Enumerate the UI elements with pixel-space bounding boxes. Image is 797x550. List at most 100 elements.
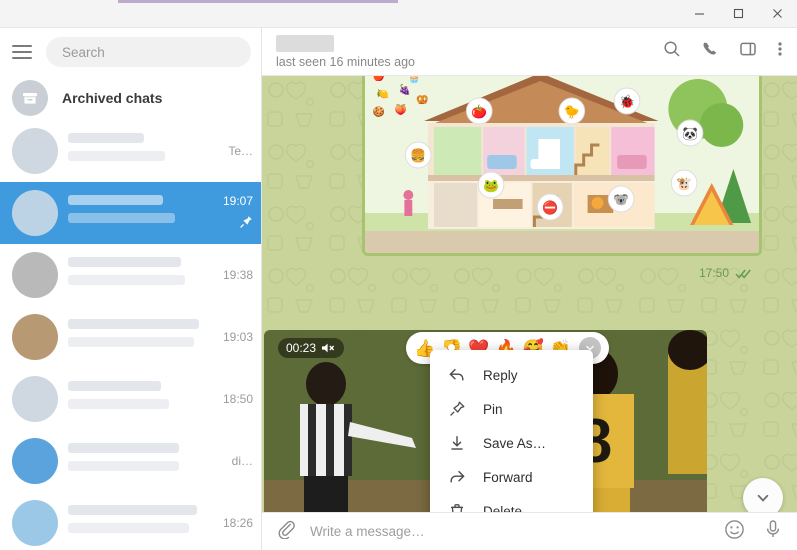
chat-item-text: [68, 133, 207, 169]
chat-item-meta: 19:03: [207, 330, 253, 344]
panel-icon[interactable]: [739, 40, 757, 63]
svg-text:🐼: 🐼: [682, 126, 699, 141]
avatar: [12, 128, 58, 174]
chat-item-meta: 18:26: [207, 516, 253, 530]
message-composer: Write a message…: [262, 512, 797, 550]
context-menu-anchor-dot: [448, 344, 455, 351]
chat-header: last seen 16 minutes ago: [262, 28, 797, 76]
image-message-meta: 17:50: [699, 266, 752, 280]
message-area[interactable]: 🍅 🐤 🐞 🐼 🍔 🐸 🐮 🐨 ⛔ 🍎🍓🧁: [262, 76, 797, 512]
title-bar-accent: [118, 0, 398, 3]
chat-item-time: di…: [231, 454, 253, 468]
context-menu-item-delete[interactable]: Delete: [430, 494, 593, 512]
download-icon: [448, 434, 466, 452]
svg-text:🐤: 🐤: [564, 104, 580, 119]
svg-text:🧁: 🧁: [408, 76, 420, 84]
chat-item-meta: di…: [207, 454, 253, 468]
context-menu-item-label: Pin: [483, 401, 503, 417]
maximize-button[interactable]: [719, 0, 758, 27]
svg-text:⛔: ⛔: [542, 200, 558, 215]
menu-icon[interactable]: [10, 40, 34, 64]
chat-list-item[interactable]: 19:03: [0, 306, 261, 368]
scroll-to-bottom-button[interactable]: [743, 478, 783, 512]
chat-item-time: 19:03: [222, 330, 253, 344]
chat-pane: last seen 16 minutes ago 🍅 🐤 🐞 🐼 🍔 🐸 🐮 🐨…: [262, 28, 797, 550]
pinned-icon: [239, 215, 253, 232]
context-menu-item-pin[interactable]: Pin: [430, 392, 593, 426]
image-message-time: 17:50: [698, 266, 729, 280]
chat-item-meta: 18:50: [207, 392, 253, 406]
chat-list-item[interactable]: Te…: [0, 120, 261, 182]
smiley-icon[interactable]: [724, 519, 745, 545]
svg-text:🐮: 🐮: [676, 176, 692, 191]
svg-text:🍑: 🍑: [395, 104, 408, 116]
more-icon[interactable]: [777, 40, 783, 63]
chat-item-meta: 19:07: [207, 194, 253, 232]
svg-text:🥨: 🥨: [416, 94, 429, 106]
archive-icon: [12, 80, 48, 116]
chat-item-time: 19:38: [222, 268, 253, 282]
video-duration: 00:23: [286, 341, 317, 355]
message-input[interactable]: Write a message…: [310, 524, 710, 539]
context-menu-item-save-as[interactable]: Save As…: [430, 426, 593, 460]
svg-text:🐨: 🐨: [613, 192, 629, 207]
search-placeholder: Search: [62, 44, 105, 60]
context-menu-item-reply[interactable]: Reply: [430, 358, 593, 392]
context-menu-item-label: Reply: [483, 367, 518, 383]
microphone-icon[interactable]: [763, 519, 783, 544]
chat-list-item[interactable]: di…: [0, 430, 261, 492]
reply-icon: [448, 366, 466, 384]
avatar: [12, 500, 58, 546]
svg-text:🍋: 🍋: [377, 88, 389, 100]
chat-list-item[interactable]: 18:50: [0, 368, 261, 430]
forward-icon: [448, 468, 466, 486]
chat-item-time: 18:50: [222, 392, 253, 406]
avatar: [12, 438, 58, 484]
chat-item-time: 18:26: [222, 516, 253, 530]
svg-text:🍅: 🍅: [471, 104, 487, 120]
read-check-icon: [735, 268, 751, 279]
chat-item-text: [68, 319, 207, 355]
svg-text:🍇: 🍇: [398, 84, 410, 96]
title-bar: [0, 0, 797, 28]
avatar: [12, 314, 58, 360]
header-actions: [663, 40, 783, 63]
svg-text:🍪: 🍪: [373, 106, 385, 118]
chat-list-item[interactable]: 18:26: [0, 492, 261, 550]
avatar: [12, 252, 58, 298]
svg-text:🐞: 🐞: [619, 94, 635, 109]
chat-item-text: [68, 443, 207, 479]
search-input[interactable]: Search: [46, 37, 251, 67]
sidebar: Search Archived chats Te… 19:07 19:38 19:03…: [0, 28, 262, 550]
chat-list-item[interactable]: 19:38: [0, 244, 261, 306]
context-menu-item-label: Forward: [483, 469, 533, 485]
trash-icon: [448, 502, 466, 512]
pin-icon: [448, 400, 466, 418]
image-message[interactable]: 🍅 🐤 🐞 🐼 🍔 🐸 🐮 🐨 ⛔ 🍎🍓🧁: [362, 76, 762, 280]
close-button[interactable]: [758, 0, 797, 27]
avatar: [12, 190, 58, 236]
chat-item-text: [68, 505, 207, 541]
chevron-down-icon: [757, 494, 769, 502]
peer-info: last seen 16 minutes ago: [276, 34, 663, 69]
chat-list-item[interactable]: 19:07: [0, 182, 261, 244]
minimize-button[interactable]: [680, 0, 719, 27]
search-icon[interactable]: [663, 40, 681, 63]
chat-item-meta: Te…: [207, 144, 253, 158]
phone-icon[interactable]: [701, 40, 719, 63]
chat-list[interactable]: Te…19:0719:3819:0318:50di…18:2616:08roi……: [0, 120, 261, 550]
sidebar-item-archived-chats[interactable]: Archived chats: [0, 76, 261, 120]
paperclip-icon[interactable]: [276, 519, 296, 544]
context-menu-item-label: Delete: [483, 503, 523, 513]
archived-chats-label: Archived chats: [62, 90, 163, 106]
image-bubble[interactable]: 🍅 🐤 🐞 🐼 🍔 🐸 🐮 🐨 ⛔ 🍎🍓🧁: [362, 76, 762, 256]
chat-item-text: [68, 381, 207, 417]
chat-item-meta: 19:38: [207, 268, 253, 282]
context-menu[interactable]: ReplyPinSave As…ForwardDeleteSelect: [430, 350, 593, 512]
context-menu-item-forward[interactable]: Forward: [430, 460, 593, 494]
svg-text:🐸: 🐸: [483, 178, 499, 193]
peer-status: last seen 16 minutes ago: [276, 54, 415, 69]
avatar: [12, 376, 58, 422]
peer-name: [276, 34, 334, 52]
chat-item-time: Te…: [228, 144, 253, 158]
